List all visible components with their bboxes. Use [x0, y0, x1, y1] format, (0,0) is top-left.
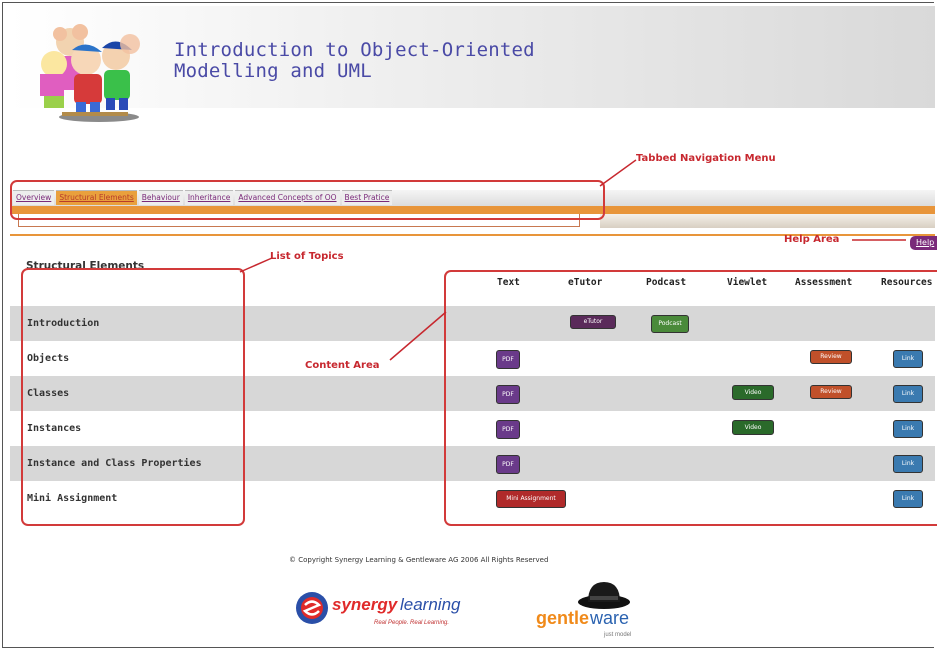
- site-title: Introduction to Object-Oriented Modellin…: [174, 40, 535, 82]
- gentle-tagline: just model: [603, 632, 631, 638]
- synergy-brand-light: learning: [400, 595, 461, 614]
- annotation-tabbed-navigation: Tabbed Navigation Menu: [636, 153, 776, 164]
- annotation-help-area: Help Area: [784, 234, 840, 245]
- site-title-line1: Introduction to Object-Oriented: [174, 39, 535, 61]
- kids-mascot-logo: [40, 24, 140, 122]
- copyright-text: © Copyright Synergy Learning & Gentlewar…: [289, 556, 549, 564]
- gentleware-logo: gentle ware just model: [536, 582, 631, 638]
- site-title-line2: Modelling and UML: [174, 60, 372, 82]
- gentle-brand-a: gentle: [536, 608, 589, 628]
- content-area-highlight-box: [444, 270, 937, 526]
- topic-list-highlight-box: [21, 268, 245, 526]
- synergy-brand-bold: synergy: [332, 595, 399, 614]
- synergy-learning-logo: synergy learning Real People. Real Learn…: [296, 592, 461, 626]
- synergy-tagline: Real People. Real Learning.: [374, 620, 449, 626]
- annotation-content-area: Content Area: [305, 360, 380, 371]
- toolbar-strip: [600, 214, 935, 228]
- gentle-brand-b: ware: [589, 608, 629, 628]
- tabbed-nav-highlight-box: [10, 180, 605, 220]
- annotation-list-of-topics: List of Topics: [270, 251, 344, 262]
- help-tab[interactable]: Help: [910, 236, 937, 250]
